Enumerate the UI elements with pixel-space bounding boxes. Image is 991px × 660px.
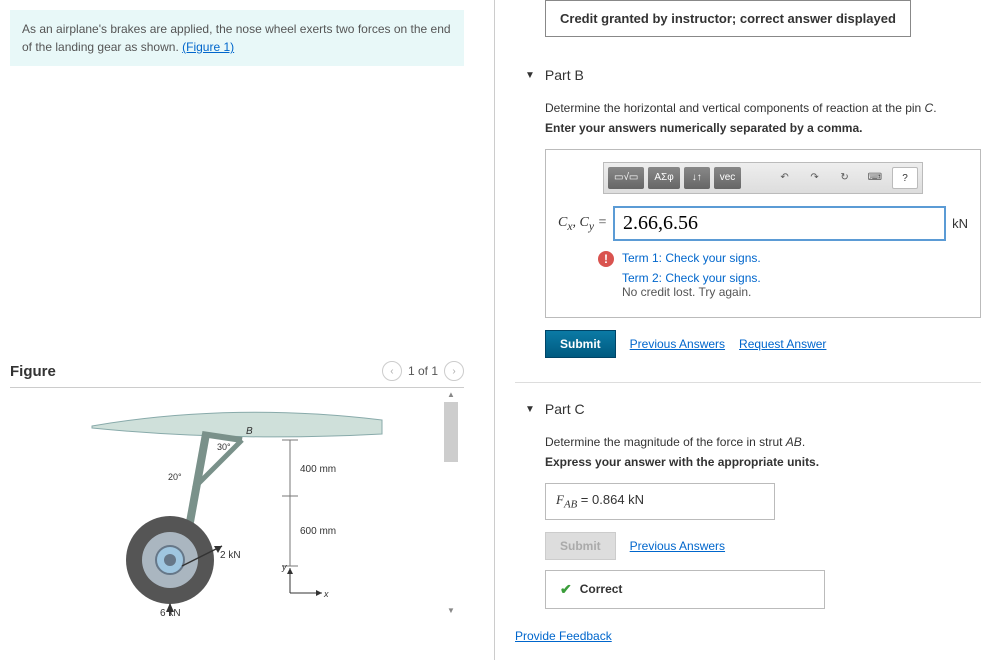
- svg-text:20°: 20°: [168, 472, 182, 482]
- figure-scrollbar[interactable]: [444, 402, 458, 462]
- tool-greek-button[interactable]: ΑΣφ: [648, 167, 679, 189]
- caret-down-icon: ▼: [525, 70, 535, 81]
- part-b-instruction: Determine the horizontal and vertical co…: [545, 101, 981, 115]
- figure-body: 30° 20° B 400 mm 600 mm 2 kN 6 kN x y ▲ …: [10, 388, 464, 618]
- separator: [515, 382, 981, 383]
- problem-text: As an airplane's brakes are applied, the…: [22, 22, 451, 54]
- part-b-format: Enter your answers numerically separated…: [545, 121, 981, 135]
- svg-text:30°: 30°: [217, 442, 231, 452]
- part-b-answer-input[interactable]: [613, 206, 946, 241]
- svg-text:600 mm: 600 mm: [300, 526, 336, 537]
- caret-down-icon: ▼: [525, 404, 535, 415]
- provide-feedback-link[interactable]: Provide Feedback: [515, 629, 612, 643]
- figure-header: Figure ‹ 1 of 1 ›: [10, 361, 464, 388]
- problem-statement: As an airplane's brakes are applied, the…: [10, 10, 464, 66]
- feedback-term2: Term 2: Check your signs.: [558, 271, 968, 285]
- part-b-request-answer-link[interactable]: Request Answer: [739, 337, 826, 351]
- part-c-title: Part C: [545, 401, 585, 417]
- svg-text:2 kN: 2 kN: [220, 550, 241, 561]
- part-c-previous-answers-link[interactable]: Previous Answers: [630, 539, 725, 553]
- figure-prev-button[interactable]: ‹: [382, 361, 402, 381]
- landing-gear-diagram: 30° 20° B 400 mm 600 mm 2 kN 6 kN x y: [72, 398, 402, 618]
- part-c-instruction: Determine the magnitude of the force in …: [545, 435, 981, 449]
- part-c-format: Express your answer with the appropriate…: [545, 455, 981, 469]
- part-c-correct-box: ✔ Correct: [545, 570, 825, 609]
- tool-template-button[interactable]: ▭√▭: [608, 167, 644, 189]
- checkmark-icon: ✔: [560, 581, 572, 598]
- figure-scroll-down[interactable]: ▼: [444, 604, 458, 618]
- tool-subscript-button[interactable]: ↓↑: [684, 167, 710, 189]
- undo-button[interactable]: ↶: [772, 167, 798, 189]
- tool-vector-button[interactable]: vec: [714, 167, 742, 189]
- part-c-answer-display: FAB = 0.864 kN: [545, 483, 775, 520]
- redo-button[interactable]: ↷: [802, 167, 828, 189]
- part-b-submit-button[interactable]: Submit: [545, 330, 616, 358]
- svg-text:B: B: [246, 426, 253, 437]
- correct-label: Correct: [580, 582, 623, 596]
- part-c-submit-button: Submit: [545, 532, 616, 560]
- left-panel: As an airplane's brakes are applied, the…: [0, 0, 495, 660]
- feedback-nocredit: No credit lost. Try again.: [558, 285, 968, 299]
- credit-banner: Credit granted by instructor; correct an…: [545, 0, 911, 37]
- part-c-header[interactable]: ▼ Part C: [525, 401, 981, 417]
- right-panel: Credit granted by instructor; correct an…: [495, 0, 991, 660]
- figure-scroll-up[interactable]: ▲: [444, 388, 458, 402]
- help-button[interactable]: ?: [892, 167, 918, 189]
- figure-link[interactable]: (Figure 1): [182, 40, 234, 54]
- svg-text:y: y: [281, 562, 287, 572]
- reset-button[interactable]: ↻: [832, 167, 858, 189]
- keyboard-button[interactable]: ⌨: [862, 167, 888, 189]
- part-b-answer-box: ▭√▭ ΑΣφ ↓↑ vec ↶ ↷ ↻ ⌨ ? Cx, Cy = kN: [545, 149, 981, 318]
- figure-pager: 1 of 1: [408, 364, 438, 378]
- part-b-header[interactable]: ▼ Part B: [525, 67, 981, 83]
- svg-text:400 mm: 400 mm: [300, 464, 336, 475]
- feedback-term1: Term 1: Check your signs.: [622, 251, 761, 265]
- part-b-title: Part B: [545, 67, 584, 83]
- svg-text:6 kN: 6 kN: [160, 608, 181, 618]
- error-icon: !: [598, 251, 614, 267]
- part-b-variable-label: Cx, Cy =: [558, 215, 607, 233]
- equation-toolbar: ▭√▭ ΑΣφ ↓↑ vec ↶ ↷ ↻ ⌨ ?: [603, 162, 923, 194]
- part-b-previous-answers-link[interactable]: Previous Answers: [630, 337, 725, 351]
- svg-text:x: x: [323, 589, 329, 599]
- figure-title: Figure: [10, 363, 56, 380]
- part-b-unit: kN: [952, 216, 968, 231]
- figure-next-button[interactable]: ›: [444, 361, 464, 381]
